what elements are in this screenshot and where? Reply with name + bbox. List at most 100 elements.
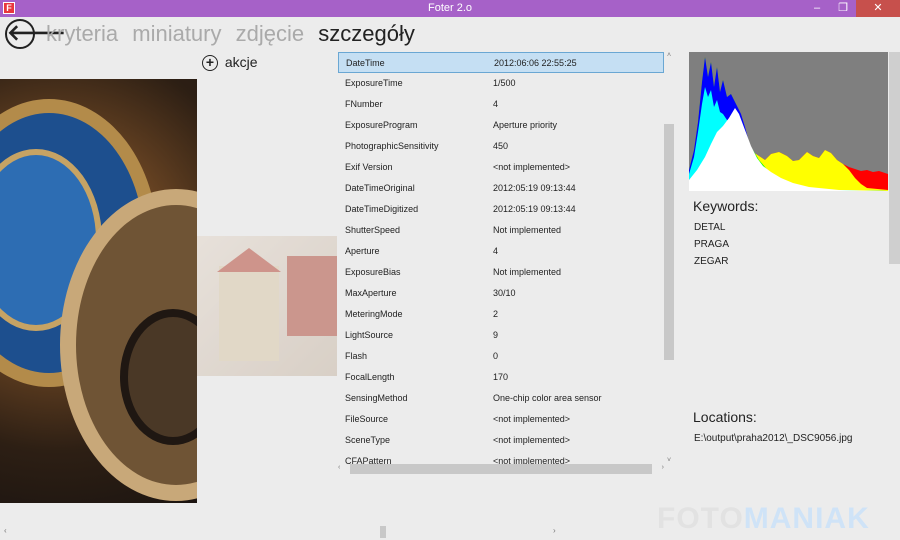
exif-value: <not implemented>: [493, 435, 571, 445]
exif-key: SceneType: [345, 435, 391, 445]
exif-row[interactable]: SensingMethod One-chip color area sensor: [338, 388, 664, 409]
exif-horizontal-scrollbar[interactable]: ‹ ›: [338, 464, 664, 476]
exif-value: <not implemented>: [493, 456, 571, 464]
exif-vertical-scrollbar[interactable]: ˄ ˅: [664, 52, 674, 464]
exif-row[interactable]: DateTime 2012:06:06 22:55:25: [338, 52, 664, 73]
exif-value: 30/10: [493, 288, 516, 298]
exif-key: CFAPattern: [345, 456, 392, 464]
scroll-right-arrow-icon[interactable]: ›: [553, 526, 556, 535]
watermark-logo: FOTOMANIAK: [657, 502, 870, 536]
exif-value: One-chip color area sensor: [493, 393, 602, 403]
exif-key: FNumber: [345, 99, 383, 109]
exif-value: Not implemented: [493, 225, 562, 235]
actions-label: akcje: [224, 54, 258, 70]
locations-heading: Locations:: [693, 409, 757, 425]
back-arrow-icon[interactable]: 🡐: [5, 19, 66, 49]
exif-row[interactable]: FocalLength 170: [338, 367, 664, 388]
exif-key: FileSource: [345, 414, 389, 424]
exif-value: 2012:05:19 09:13:44: [493, 204, 576, 214]
exif-key: DateTime: [346, 58, 385, 68]
exif-row[interactable]: PhotographicSensitivity 450: [338, 136, 664, 157]
exif-key: MeteringMode: [345, 309, 403, 319]
exif-row[interactable]: ShutterSpeed Not implemented: [338, 220, 664, 241]
scroll-right-arrow-icon[interactable]: ›: [662, 464, 664, 471]
keywords-heading: Keywords:: [693, 198, 759, 214]
exif-row[interactable]: DateTimeOriginal 2012:05:19 09:13:44: [338, 178, 664, 199]
exif-row[interactable]: LightSource 9: [338, 325, 664, 346]
exif-key: ExposureTime: [345, 78, 403, 88]
close-button[interactable]: ✕: [856, 0, 900, 17]
exif-key: Flash: [345, 351, 368, 361]
window-title: Foter 2.o: [427, 2, 473, 14]
keyword-item: DETAL: [694, 222, 726, 233]
scroll-thumb[interactable]: [664, 124, 674, 360]
exif-value: 4: [493, 99, 499, 109]
main-photo: [0, 79, 197, 503]
exif-value: 2012:06:06 22:55:25: [494, 58, 577, 68]
exif-key: PhotographicSensitivity: [345, 141, 439, 151]
exif-key: ShutterSpeed: [345, 225, 401, 235]
nav-item-zdjecie[interactable]: zdjęcie: [236, 21, 304, 46]
exif-row[interactable]: ExposureTime 1/500: [338, 73, 664, 94]
minimize-button[interactable]: ‒: [804, 0, 830, 17]
actions-button[interactable]: + akcje: [202, 54, 258, 72]
nav-item-kryteria[interactable]: kryteria: [46, 21, 118, 46]
exif-value: Aperture priority: [493, 120, 558, 130]
right-panel-scrollbar[interactable]: [889, 52, 900, 264]
exif-value: 9: [493, 330, 499, 340]
exif-key: DateTimeOriginal: [345, 183, 415, 193]
exif-row[interactable]: DateTimeDigitized 2012:05:19 09:13:44: [338, 199, 664, 220]
exif-value: 170: [493, 372, 509, 382]
page-horizontal-scrollbar[interactable]: ‹ ›: [0, 526, 560, 538]
keyword-item: PRAGA: [694, 239, 730, 250]
plus-circle-icon: +: [202, 55, 218, 72]
exif-value: 0: [493, 351, 499, 361]
exif-row[interactable]: Flash 0: [338, 346, 664, 367]
breadcrumb-nav: kryteria miniatury zdjęcie szczegóły: [46, 21, 423, 47]
exif-value: 2: [493, 309, 499, 319]
exif-key: Exif Version: [345, 162, 393, 172]
exif-key: MaxAperture: [345, 288, 397, 298]
exif-row[interactable]: FileSource <not implemented>: [338, 409, 664, 430]
exif-row[interactable]: SceneType <not implemented>: [338, 430, 664, 451]
scroll-thumb[interactable]: [350, 464, 652, 474]
location-path: E:\output\praha2012\_DSC9056.jpg: [694, 433, 853, 444]
exif-key: SensingMethod: [345, 393, 408, 403]
exif-value: 450: [493, 141, 509, 151]
scroll-down-arrow-icon[interactable]: ˅: [664, 457, 674, 464]
exif-row[interactable]: ExposureBias Not implemented: [338, 262, 664, 283]
title-bar: F Foter 2.o ‒ ❐ ✕: [0, 0, 900, 17]
histogram: [689, 52, 888, 191]
exif-value: 2012:05:19 09:13:44: [493, 183, 576, 193]
exif-key: ExposureProgram: [345, 120, 418, 130]
exif-key: ExposureBias: [345, 267, 401, 277]
scroll-up-arrow-icon[interactable]: ˄: [664, 52, 674, 59]
keyword-item: ZEGAR: [694, 256, 729, 267]
exif-row[interactable]: MaxAperture 30/10: [338, 283, 664, 304]
scroll-left-arrow-icon[interactable]: ‹: [338, 464, 340, 471]
exif-row[interactable]: Aperture 4: [338, 241, 664, 262]
exif-key: LightSource: [345, 330, 394, 340]
scroll-thumb[interactable]: [380, 526, 386, 538]
exif-row[interactable]: Exif Version <not implemented>: [338, 157, 664, 178]
exif-row[interactable]: FNumber 4: [338, 94, 664, 115]
exif-key: Aperture: [345, 246, 380, 256]
scroll-left-arrow-icon[interactable]: ‹: [4, 526, 7, 535]
exif-value: <not implemented>: [493, 162, 571, 172]
exif-table[interactable]: DateTime 2012:06:06 22:55:25 ExposureTime 1…: [338, 52, 664, 464]
exif-row[interactable]: CFAPattern <not implemented>: [338, 451, 664, 464]
maximize-button[interactable]: ❐: [830, 0, 856, 17]
watermark-part: FOTO: [657, 502, 744, 535]
exif-key: FocalLength: [345, 372, 395, 382]
exif-value: 4: [493, 246, 499, 256]
exif-row[interactable]: ExposureProgram Aperture priority: [338, 115, 664, 136]
nav-item-miniatury[interactable]: miniatury: [132, 21, 221, 46]
exif-key: DateTimeDigitized: [345, 204, 419, 214]
watermark-part: MANIAK: [743, 502, 870, 535]
exif-value: <not implemented>: [493, 414, 571, 424]
exif-value: Not implemented: [493, 267, 562, 277]
exif-row[interactable]: MeteringMode 2: [338, 304, 664, 325]
exif-value: 1/500: [493, 78, 516, 88]
nav-item-szczegoly[interactable]: szczegóły: [318, 21, 415, 46]
house-thumbnail[interactable]: [197, 236, 337, 376]
